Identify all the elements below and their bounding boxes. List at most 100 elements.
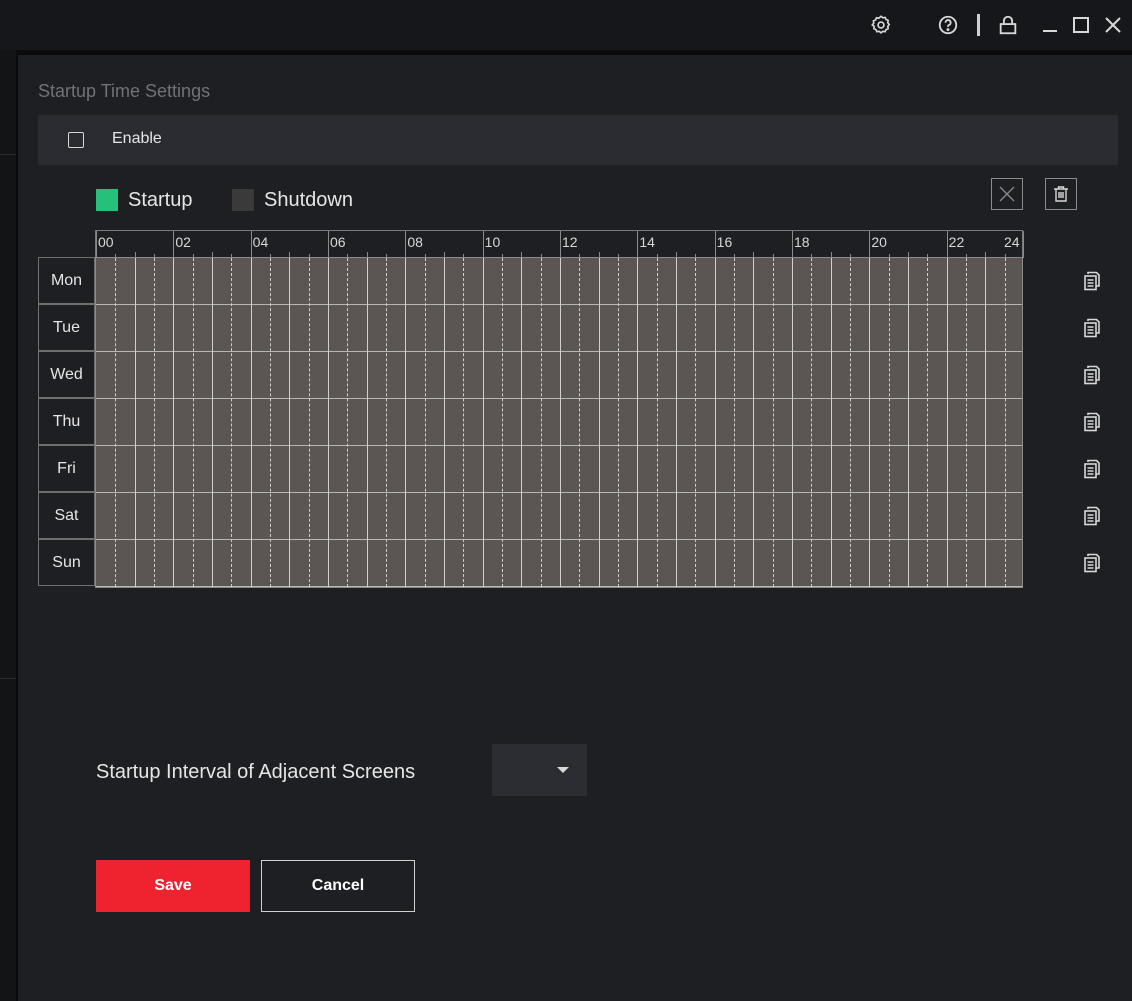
hour-label: 18 xyxy=(794,234,810,250)
half-hour-gridline xyxy=(850,258,851,587)
half-hour-gridline xyxy=(811,258,813,587)
schedule-row-sun[interactable] xyxy=(96,540,1022,587)
hour-tick xyxy=(560,231,561,258)
hour-gridline xyxy=(676,258,677,587)
hour-gridline xyxy=(869,258,871,587)
hour-tick xyxy=(405,231,407,258)
half-hour-gridline xyxy=(772,258,774,587)
half-hour-gridline xyxy=(347,258,349,587)
save-button[interactable]: Save xyxy=(96,860,250,912)
background-sidebar xyxy=(0,50,16,1001)
enable-checkbox[interactable] xyxy=(68,132,84,148)
legend-startup[interactable]: Startup xyxy=(96,188,192,212)
hour-gridline xyxy=(908,258,909,587)
schedule-row-fri[interactable] xyxy=(96,446,1022,493)
half-hour-gridline xyxy=(502,258,503,587)
enable-label: Enable xyxy=(112,130,162,147)
hour-label: 20 xyxy=(871,234,887,250)
hour-tick xyxy=(1023,231,1024,258)
hour-gridline xyxy=(560,258,561,587)
copy-icon[interactable] xyxy=(1080,504,1104,528)
schedule-row-wed[interactable] xyxy=(96,352,1022,399)
hour-gridline xyxy=(405,258,407,587)
copy-icon[interactable] xyxy=(1080,457,1104,481)
half-hour-gridline xyxy=(966,258,967,587)
hour-tick xyxy=(250,231,252,258)
hour-label: 00 xyxy=(98,234,114,250)
copy-icon[interactable] xyxy=(1080,269,1104,293)
hour-tick xyxy=(96,231,97,258)
hour-label: 08 xyxy=(407,234,423,250)
startup-interval-label: Startup Interval of Adjacent Screens xyxy=(96,761,416,783)
legend-shutdown[interactable]: Shutdown xyxy=(232,188,353,212)
hour-gridline xyxy=(830,258,832,587)
titlebar-separator xyxy=(977,14,980,36)
help-icon[interactable] xyxy=(935,12,961,38)
startup-swatch xyxy=(96,189,118,211)
hour-label: 02 xyxy=(175,234,191,250)
gear-icon[interactable] xyxy=(868,12,894,38)
day-label-mon: Mon xyxy=(38,257,95,304)
half-hour-gridline xyxy=(579,258,581,587)
trash-icon[interactable] xyxy=(1045,178,1077,210)
hour-gridline xyxy=(521,258,523,587)
schedule-grid[interactable] xyxy=(95,257,1023,588)
startup-interval-dropdown[interactable] xyxy=(492,744,587,796)
panel-title: Startup Time Settings xyxy=(38,81,211,101)
close-icon[interactable] xyxy=(1100,12,1126,38)
hour-gridline xyxy=(946,258,948,587)
hour-tick xyxy=(328,231,329,258)
sidebar-divider xyxy=(0,678,16,679)
sidebar-divider xyxy=(0,154,16,155)
shutdown-swatch xyxy=(232,189,254,211)
half-hour-gridline xyxy=(888,258,890,587)
hour-gridline xyxy=(714,258,716,587)
half-hour-gridline xyxy=(424,258,426,587)
lock-icon[interactable] xyxy=(995,12,1021,38)
day-label-sat: Sat xyxy=(38,492,95,539)
minimize-icon[interactable] xyxy=(1037,12,1063,38)
clear-x-icon[interactable] xyxy=(991,178,1023,210)
half-hour-gridline xyxy=(115,258,117,587)
cancel-button[interactable]: Cancel xyxy=(261,860,415,912)
copy-icon[interactable] xyxy=(1080,316,1104,340)
maximize-icon[interactable] xyxy=(1068,12,1094,38)
schedule-row-thu[interactable] xyxy=(96,399,1022,446)
copy-icon[interactable] xyxy=(1080,410,1104,434)
half-hour-gridline xyxy=(386,258,387,587)
hour-label: 04 xyxy=(252,234,269,250)
hour-label: 12 xyxy=(562,234,578,250)
half-hour-gridline xyxy=(1004,258,1006,587)
hour-gridline xyxy=(250,258,252,587)
day-labels: Mon Tue Wed Thu Fri Sat Sun xyxy=(38,257,95,588)
hour-gridline xyxy=(985,258,987,587)
half-hour-gridline xyxy=(540,258,542,587)
hour-tick xyxy=(869,231,871,258)
hours-header: 00 02 04 06 08 10 12 14 16 18 20 22 24 xyxy=(95,230,1024,258)
hour-gridline xyxy=(444,258,445,587)
enable-row: Enable xyxy=(38,115,1118,165)
hour-tick xyxy=(946,231,948,258)
half-hour-gridline xyxy=(154,258,155,587)
hour-gridline xyxy=(134,258,136,587)
hour-label: 22 xyxy=(948,234,965,250)
startup-label: Startup xyxy=(128,188,193,211)
hour-gridline xyxy=(637,258,639,587)
hour-tick xyxy=(482,231,484,258)
schedule-row-mon[interactable] xyxy=(96,258,1022,305)
half-hour-gridline xyxy=(618,258,619,587)
hour-tick xyxy=(637,231,639,258)
schedule-row-tue[interactable] xyxy=(96,305,1022,352)
copy-icon[interactable] xyxy=(1080,551,1104,575)
hour-gridline xyxy=(366,258,368,587)
hour-gridline xyxy=(753,258,755,587)
hour-gridline xyxy=(792,258,793,587)
hour-tick xyxy=(714,231,716,258)
day-label-wed: Wed xyxy=(38,351,95,398)
hour-label: 24 xyxy=(1004,234,1020,250)
copy-icon[interactable] xyxy=(1080,363,1104,387)
day-label-thu: Thu xyxy=(38,398,95,445)
schedule-row-sat[interactable] xyxy=(96,493,1022,540)
half-hour-gridline xyxy=(270,258,271,587)
hour-gridline xyxy=(173,258,175,587)
